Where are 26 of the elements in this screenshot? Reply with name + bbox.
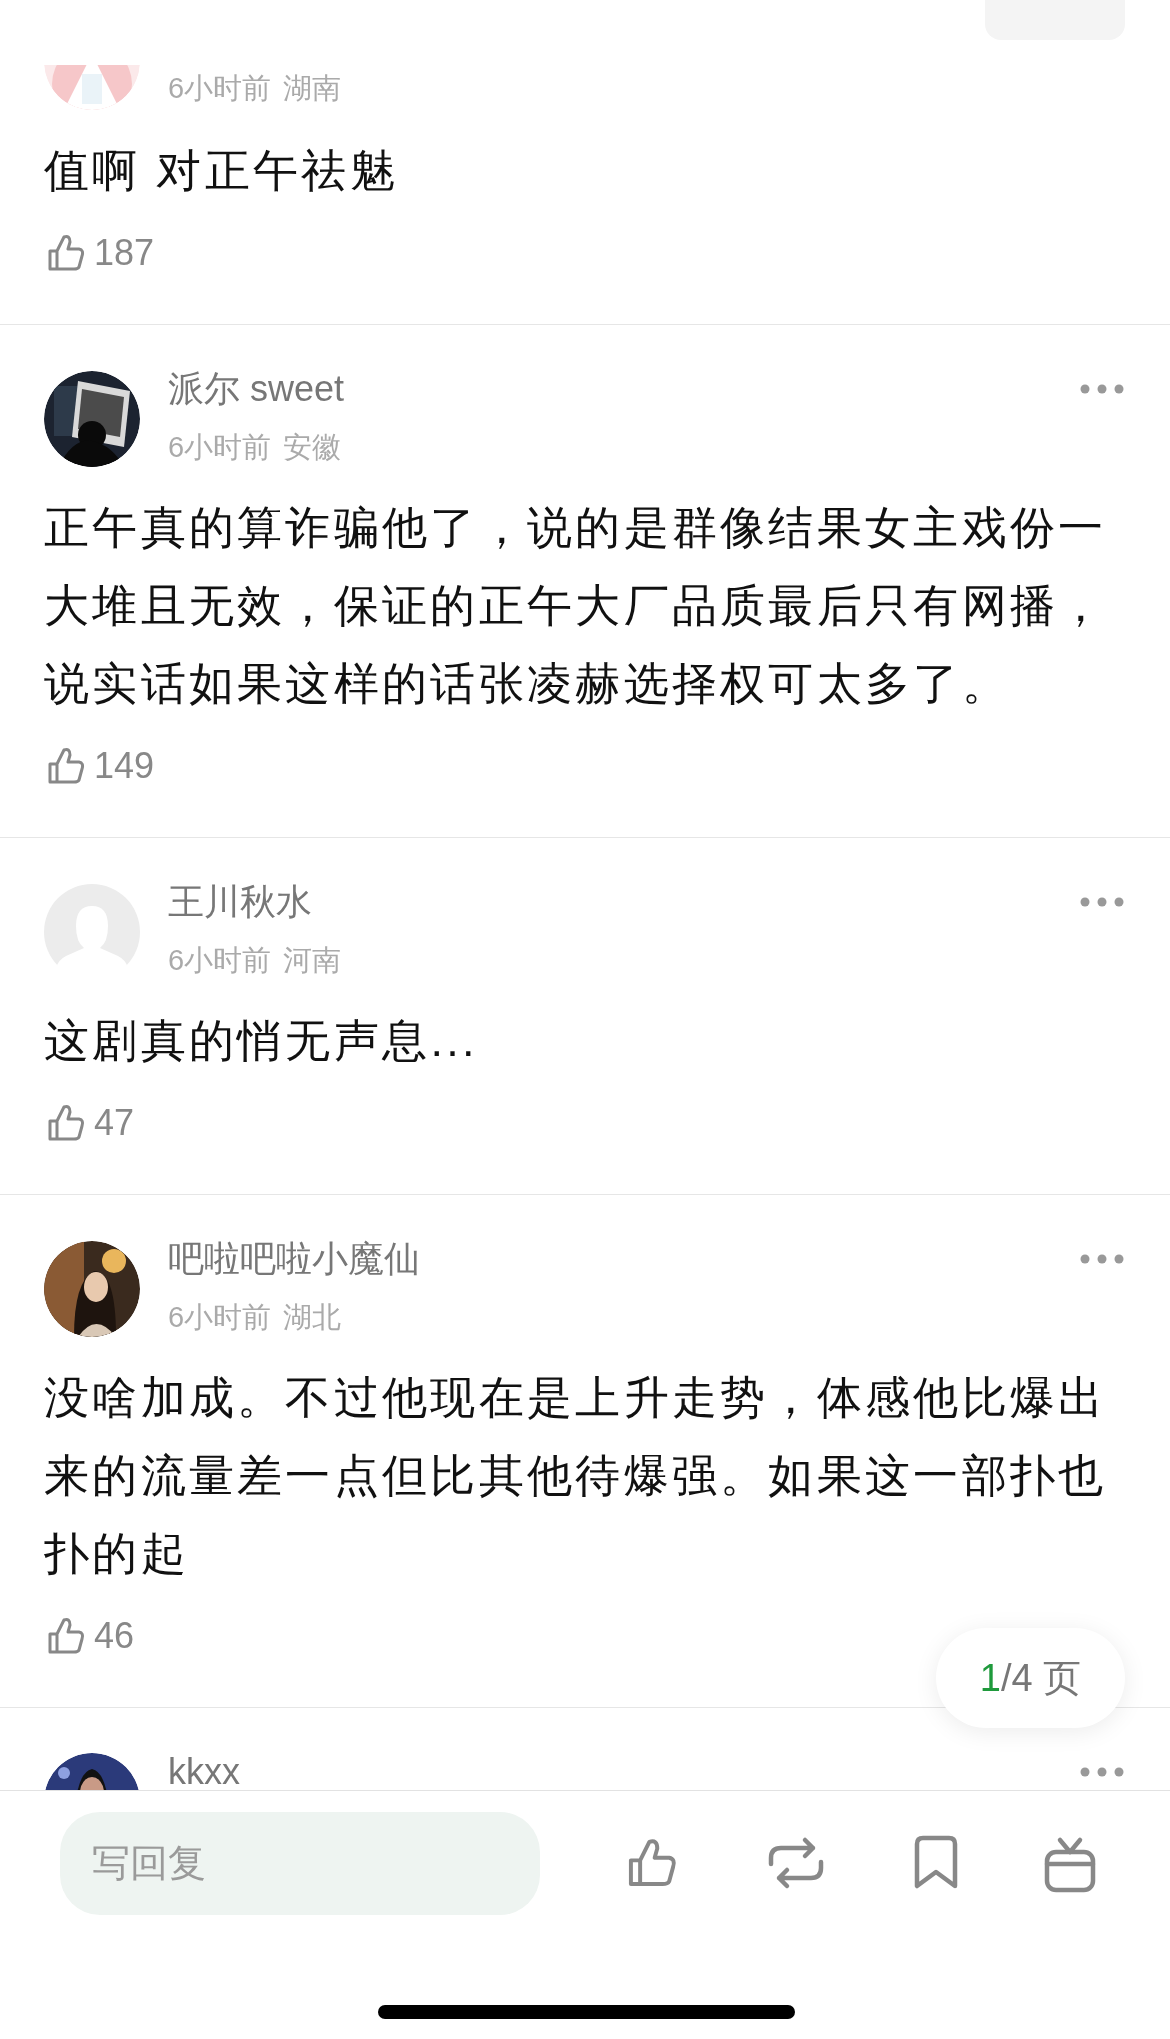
like-count: 187	[94, 231, 155, 275]
like-count: 46	[94, 1614, 135, 1658]
more-icon[interactable]	[1080, 384, 1124, 394]
post-time: 6小时前	[168, 943, 272, 978]
reply-field[interactable]: 写回复	[60, 1812, 540, 1915]
user-name[interactable]: 派尔 sweet	[168, 372, 1052, 406]
location: 安徽	[283, 430, 342, 465]
more-icon[interactable]	[1080, 1767, 1124, 1777]
like-count: 149	[94, 744, 155, 788]
comment-text: 值啊 对正午祛魅	[44, 144, 399, 198]
user-name[interactable]: 王川秋水	[168, 885, 1052, 919]
location: 河南	[283, 943, 342, 978]
comment-text: 正午真的算诈骗他了，说的是群像结果女主戏份一大堆且无效，保证的正午大厂品质最后只有网播，说实话如果这样的话张凌赫选择权可太多了。	[44, 501, 1108, 711]
comment-text: 没啥加成。不过他现在是上升走势，体感他比爆出来的流量差一点但比其他待爆强。如果这一部扑也扑的起	[44, 1371, 1108, 1581]
more-icon[interactable]	[1080, 897, 1124, 907]
more-icon[interactable]	[1080, 1254, 1124, 1264]
user-name[interactable]: 吧啦吧啦小魔仙	[168, 1242, 1052, 1276]
user-name[interactable]: kkxx	[168, 1755, 1052, 1789]
post-time: 6小时前	[168, 70, 272, 106]
location: 湖北	[283, 1300, 342, 1335]
post-time: 6小时前	[168, 1300, 272, 1335]
comment-text: 这剧真的悄无声息...	[44, 1014, 479, 1068]
like-count: 47	[94, 1101, 135, 1145]
page-indicator[interactable]: 1/4 页	[979, 1652, 1082, 1704]
location: 湖南	[283, 70, 342, 106]
post-time: 6小时前	[168, 430, 272, 465]
